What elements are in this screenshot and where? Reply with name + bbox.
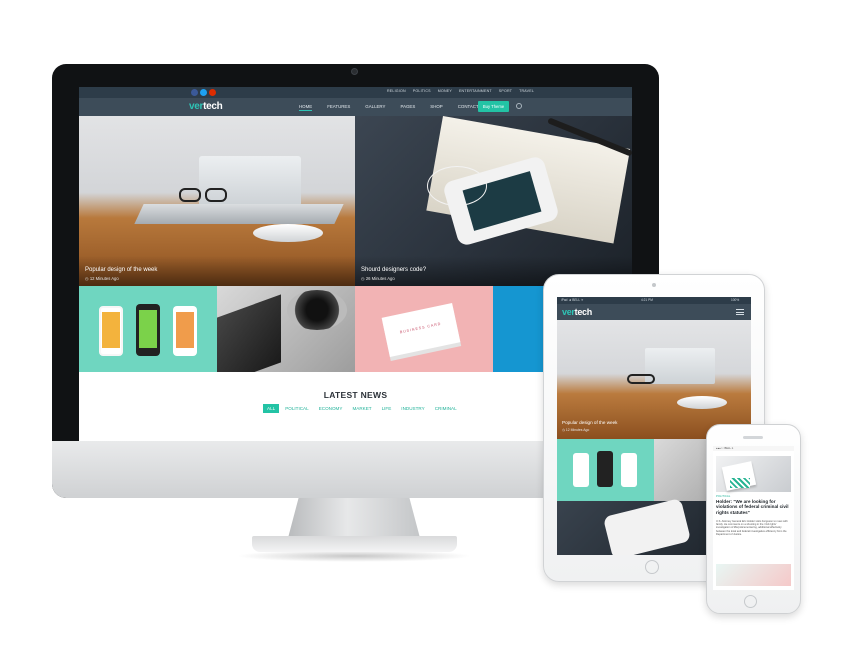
featured-title[interactable]: Popular design of the week [85,267,157,273]
filter-criminal[interactable]: CRIMINAL [431,404,461,413]
home-button[interactable] [645,560,659,574]
site-logo[interactable]: vertech [562,307,592,317]
phone-mockup-image [597,451,613,487]
facebook-icon[interactable] [191,89,198,96]
phone-mockup-screen [176,312,194,348]
twitter-icon[interactable] [200,89,207,96]
news-filter-tabs: ALL POLITICAL ECONOMY MARKET LIFE INDUST… [263,404,461,413]
tablet-status-time: 4:21 PM [641,298,653,302]
speaker-icon [743,436,763,439]
featured-title[interactable]: Shourd designers code? [361,267,426,273]
tablet-status-bar: iPad ◄ BELL ✈ 4:21 PM 100% [557,297,751,304]
business-card-label: BUSINESS CARD [399,321,442,335]
glasses-image [179,188,201,202]
top-nav-item-money[interactable]: MONEY [438,89,452,93]
filter-life[interactable]: LIFE [378,404,396,413]
devices-showcase: RELIGION POLITICS MONEY ENTERTAINMENT SP… [0,0,852,665]
filter-political[interactable]: POLITICAL [281,404,313,413]
featured-meta: ◷ 12 Minutes Ago [85,276,119,281]
logo-part-2: tech [203,101,223,112]
glasses-image [627,374,655,384]
post-tile-business-card[interactable]: BUSINESS CARD [355,286,493,372]
top-nav: RELIGION POLITICS MONEY ENTERTAINMENT SP… [387,89,534,93]
featured-time: 12 Minutes Ago [565,428,590,432]
phone-mockup-screen [102,312,120,348]
top-nav-item-religion[interactable]: RELIGION [387,89,406,93]
filter-industry[interactable]: INDUSTRY [397,404,428,413]
phone-mockup-image [573,453,589,487]
phone-second-article-image[interactable] [716,564,791,586]
tablet-featured-post[interactable]: Popular design of the week ◷ 12 Minutes … [557,320,751,439]
camera-icon [652,283,656,287]
youtube-icon[interactable] [209,89,216,96]
logo-part-1: ver [189,101,204,112]
tablet-status-battery: 100% [731,298,740,302]
featured-post-1[interactable]: Popular design of the week ◷ 12 Minutes … [79,116,355,286]
top-nav-item-travel[interactable]: TRAVEL [519,89,534,93]
site-logo[interactable]: vertech [189,101,223,112]
phone-mockup-screen [139,310,157,348]
post-tile-app-mockups[interactable] [79,286,217,372]
filter-economy[interactable]: ECONOMY [315,404,347,413]
logo-part-2: tech [574,307,593,317]
nav-item-gallery[interactable]: GALLERY [365,104,385,111]
top-nav-item-politics[interactable]: POLITICS [413,89,431,93]
phone-mockup-image [621,453,637,487]
article-category[interactable]: POLITICAL [716,494,730,498]
imac-stand-foot [252,536,457,552]
home-button[interactable] [744,595,757,608]
nav-item-pages[interactable]: PAGES [400,104,415,111]
laptop-base-image [134,204,344,224]
laptop-image [217,294,281,372]
mouse-image [253,224,323,242]
tablet-header: vertech [557,304,751,320]
business-card-image: BUSINESS CARD [381,302,461,358]
tablet-status-carrier: iPad ◄ BELL ✈ [561,298,584,302]
search-icon[interactable] [516,103,522,109]
nav-item-features[interactable]: FEATURES [327,104,350,111]
glasses-image-lens [205,188,227,202]
filter-market[interactable]: MARKET [348,404,375,413]
smartphone-image [602,497,692,555]
featured-post-2[interactable]: Shourd designers code? ◷ 26 Minutes Ago [355,116,632,286]
featured-time: 26 Minutes Ago [365,276,395,281]
article-excerpt: U.S. Attorney General Eric Holder visits… [716,520,788,536]
featured-time: 12 Minutes Ago [89,276,119,281]
top-bar: RELIGION POLITICS MONEY ENTERTAINMENT SP… [79,87,632,98]
phone-website-screen: ●●●○○ BELL ✈ POLITICAL Holder: "We are l… [713,446,794,590]
nav-item-home[interactable]: HOME [299,104,313,111]
hamburger-menu-icon[interactable] [736,309,744,315]
headphones-image [287,290,347,330]
post-tile-laptop-headphones[interactable] [217,286,355,372]
camera-icon [351,68,358,75]
phone-status-bar: ●●●○○ BELL ✈ [713,446,794,451]
featured-meta: ◷ 26 Minutes Ago [361,276,395,281]
top-nav-item-sport[interactable]: SPORT [499,89,512,93]
featured-meta: ◷ 12 Minutes Ago [562,428,590,432]
laptop-screen-image [645,348,715,384]
phone-article-image[interactable] [716,456,791,492]
nav-item-contact[interactable]: CONTACT [458,104,479,111]
earbuds-cable-image [427,166,487,206]
nav-item-shop[interactable]: SHOP [430,104,442,111]
imac-stand-neck [288,498,420,538]
featured-title[interactable]: Popular design of the week [562,420,617,425]
top-nav-item-entertainment[interactable]: ENTERTAINMENT [459,89,492,93]
pattern-card-image [730,478,750,488]
mouse-image [677,396,727,409]
filter-all[interactable]: ALL [263,404,280,413]
buy-theme-button[interactable]: Buy Theme [478,101,509,112]
tablet-post-tile-app-mockups[interactable] [557,439,654,501]
main-nav: HOME FEATURES GALLERY PAGES SHOP CONTACT [299,104,479,111]
logo-part-1: ver [562,307,575,317]
article-headline[interactable]: Holder: "We are looking for violations o… [716,499,791,515]
main-header: vertech HOME FEATURES GALLERY PAGES SHOP… [79,98,632,116]
